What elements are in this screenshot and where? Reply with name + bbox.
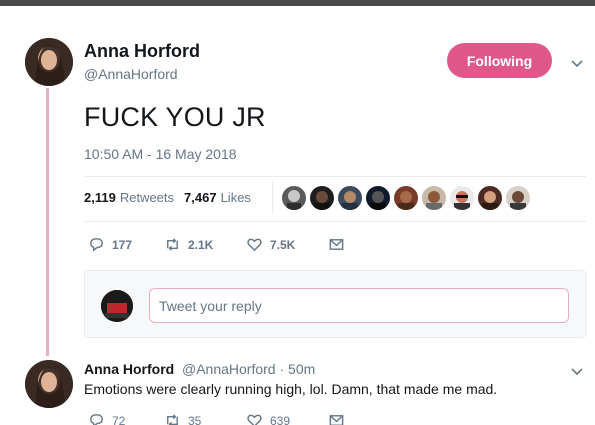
heart-icon	[246, 412, 263, 425]
reply-author-meta[interactable]: @AnnaHorford · 50m	[182, 361, 315, 377]
liker-avatar[interactable]	[310, 186, 334, 210]
current-user-avatar[interactable]	[101, 290, 133, 322]
author-name[interactable]: Anna Horford	[84, 41, 200, 62]
liker-avatar[interactable]	[506, 186, 530, 210]
chevron-down-icon[interactable]	[570, 56, 584, 70]
author-handle[interactable]: @AnnaHorford	[84, 66, 178, 82]
window-top-bar	[0, 0, 595, 6]
liker-avatar[interactable]	[338, 186, 362, 210]
reply-author-handle: @AnnaHorford	[182, 361, 276, 377]
direct-message-action[interactable]	[328, 412, 345, 425]
retweet-action[interactable]: 35	[164, 412, 201, 425]
liker-avatar[interactable]	[394, 186, 418, 210]
speech-bubble-icon	[88, 236, 105, 253]
retweet-action[interactable]: 2.1K	[164, 236, 213, 253]
reply-count: 72	[112, 413, 126, 425]
liker-avatar[interactable]	[422, 186, 446, 210]
retweets-label: Retweets	[119, 190, 175, 205]
speech-bubble-icon	[88, 412, 105, 425]
liker-avatar[interactable]	[478, 186, 502, 210]
reply-input[interactable]: Tweet your reply	[149, 288, 569, 323]
likes-stat[interactable]: 7,467 Likes	[184, 190, 251, 205]
reply-tweet-text: Emotions were clearly running high, lol.…	[84, 381, 498, 397]
envelope-icon	[328, 236, 345, 253]
likes-count: 7,467	[184, 190, 217, 205]
retweet-arrows-icon	[164, 236, 181, 253]
following-button[interactable]: Following	[447, 43, 552, 78]
chevron-down-icon[interactable]	[570, 364, 584, 378]
tweet-stats: 2,119 Retweets 7,467 Likes	[84, 190, 251, 205]
liker-avatars	[282, 186, 530, 212]
reply-action[interactable]: 72	[88, 412, 125, 425]
reply-action[interactable]: 177	[88, 236, 132, 253]
reply-author-name[interactable]: Anna Horford	[84, 361, 174, 377]
like-action[interactable]: 639	[246, 412, 290, 425]
liker-avatar[interactable]	[366, 186, 390, 210]
divider	[84, 221, 586, 222]
tweet-timestamp[interactable]: 10:50 AM - 16 May 2018	[84, 146, 237, 162]
likes-label: Likes	[220, 190, 251, 205]
retweet-count: 35	[188, 413, 202, 425]
retweet-count: 2.1K	[188, 237, 214, 252]
like-count: 639	[270, 413, 291, 425]
reply-time: · 50m	[279, 361, 316, 377]
envelope-icon	[328, 412, 345, 425]
retweet-arrows-icon	[164, 412, 181, 425]
heart-icon	[246, 236, 263, 253]
reply-author-avatar[interactable]	[25, 360, 73, 408]
retweets-count: 2,119	[84, 190, 116, 205]
divider	[84, 176, 586, 177]
stats-separator	[272, 180, 273, 214]
reply-count: 177	[112, 237, 133, 252]
liker-avatar[interactable]	[282, 186, 306, 210]
liker-avatar[interactable]	[450, 186, 474, 210]
retweets-stat[interactable]: 2,119 Retweets	[84, 190, 174, 205]
thread-connector-line	[46, 88, 49, 356]
author-avatar[interactable]	[25, 38, 73, 86]
like-action[interactable]: 7.5K	[246, 236, 295, 253]
direct-message-action[interactable]	[328, 236, 345, 253]
tweet-text: FUCK YOU JR	[84, 102, 266, 132]
like-count: 7.5K	[270, 237, 296, 252]
